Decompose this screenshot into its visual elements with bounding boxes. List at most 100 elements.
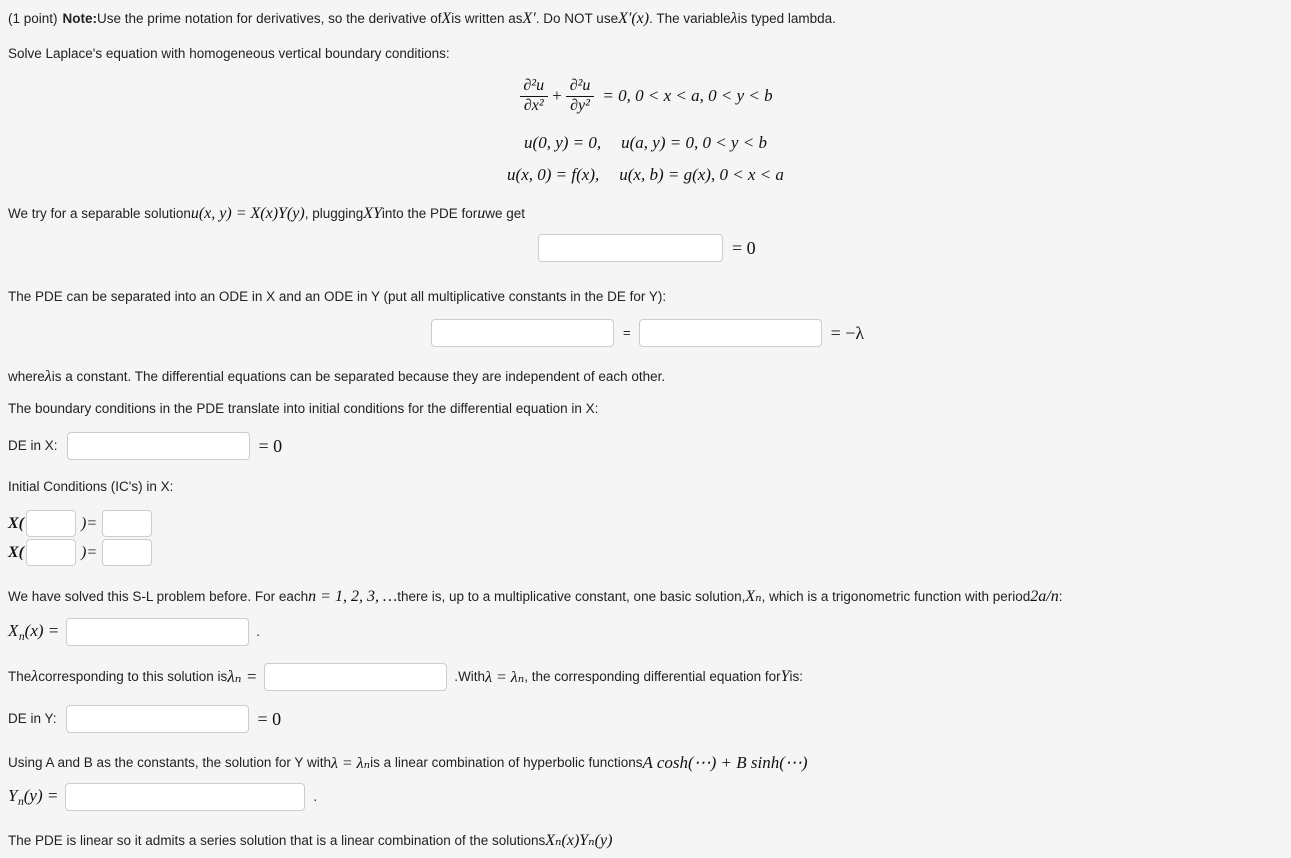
separation-answer-row: = = −λ xyxy=(431,319,864,347)
lambda-text-2: corresponding to this solution is xyxy=(38,668,228,684)
separable-solution-paragraph: We try for a separable solution u(x, y) … xyxy=(8,203,525,225)
lambda-n-input[interactable] xyxy=(264,663,448,691)
ic-1-value-input[interactable] xyxy=(102,510,153,537)
note-text-3: . Do NOT use xyxy=(535,10,619,26)
ic-row-2: X( )= xyxy=(8,539,153,566)
sl-text-2: there is, up to a multiplicative constan… xyxy=(397,588,746,604)
de-in-y-equals-zero: = 0 xyxy=(257,708,282,729)
boundary-conditions-intro: The boundary conditions in the PDE trans… xyxy=(8,400,598,418)
y-solution-text-1: Using A and B as the constants, the solu… xyxy=(8,755,331,771)
ic-2-argument-input[interactable] xyxy=(26,539,76,566)
pde-equation-line-1: ∂²u ∂x² + ∂²u ∂y² = 0, 0 < x < a, 0 < y … xyxy=(0,77,1291,115)
de-in-x-input[interactable] xyxy=(66,432,250,460)
ic-row-1: X( )= xyxy=(8,510,153,537)
bc-bottom-horizontal: u(x, 0) = f(x), xyxy=(507,165,600,184)
points-label: (1 point) xyxy=(8,10,58,26)
yn-label: Yn(y) = xyxy=(8,786,59,808)
note-math-X-prime-of-x: X′(x) xyxy=(618,10,650,27)
lambda-note-text-1: where xyxy=(8,368,45,384)
ic-2-value-input[interactable] xyxy=(102,539,153,566)
note-math-X: X xyxy=(441,10,452,27)
separation-equals-sign: = xyxy=(623,325,631,341)
partial-y-denominator: ∂y² xyxy=(566,95,594,115)
partial-u-numerator-y: ∂²u xyxy=(569,77,591,94)
ic-1-argument-input[interactable] xyxy=(26,510,76,537)
note-math-X-prime: X′ xyxy=(522,10,536,27)
yn-dot: . xyxy=(313,788,318,804)
initial-conditions-label: Initial Conditions (IC's) in X: xyxy=(8,478,173,496)
y-solution-paragraph: Using A and B as the constants, the solu… xyxy=(8,752,808,775)
de-in-x-equals-zero: = 0 xyxy=(258,435,283,456)
plus-sign: + xyxy=(552,86,562,106)
lambda-symbol: λ xyxy=(31,668,39,685)
separable-text-2: , plugging xyxy=(304,205,364,221)
lambda-n-label: λₙ = xyxy=(227,667,258,686)
bc-right-vertical: u(a, y) = 0, 0 < y < b xyxy=(621,133,767,152)
note-label: Note: xyxy=(62,10,98,26)
initial-conditions-label-text: Initial Conditions (IC's) in X: xyxy=(8,479,174,494)
de-in-y-input[interactable] xyxy=(65,705,249,733)
separation-ode-y-input[interactable] xyxy=(638,319,822,347)
closing-text-1: The PDE is linear so it admits a series … xyxy=(8,832,546,848)
sl-text-4: : xyxy=(1058,588,1063,604)
xn-label: Xn(x) = xyxy=(8,621,60,643)
de-in-x-row: DE in X: = 0 xyxy=(8,432,282,460)
sl-math-n-values: n = 1, 2, 3, … xyxy=(308,588,398,605)
separation-ode-x-input[interactable] xyxy=(431,319,614,347)
de-in-y-row: DE in Y: = 0 xyxy=(8,705,281,733)
yn-solution-row: Yn(y) = . xyxy=(8,783,317,811)
note-line: (1 point) Note: Use the prime notation f… xyxy=(8,8,836,30)
lambda-text-4: , the corresponding differential equatio… xyxy=(524,668,781,684)
separation-instruction: The PDE can be separated into an ODE in … xyxy=(8,288,666,306)
bc-left-vertical: u(0, y) = 0, xyxy=(524,133,602,152)
yn-solution-input[interactable] xyxy=(65,783,306,811)
y-solution-math-combo: A cosh(⋯) + B sinh(⋯) xyxy=(642,753,808,772)
closing-math-XnYn: Xₙ(x)Yₙ(y) xyxy=(545,832,613,849)
xn-solution-row: Xn(x) = . xyxy=(8,618,260,646)
pde-equation-line-3: u(x, 0) = f(x), u(x, b) = g(x), 0 < x < … xyxy=(0,165,1291,185)
solve-instruction-text: Solve Laplace's equation with homogeneou… xyxy=(8,46,450,61)
partial-x-denominator: ∂x² xyxy=(519,95,548,115)
pde-domain-conditions: = 0, 0 < x < a, 0 < y < b xyxy=(602,86,773,106)
sturm-liouville-paragraph: We have solved this S-L problem before. … xyxy=(8,586,1063,608)
ic-2-function-label: X( xyxy=(8,543,24,561)
ic-2-equals: )= xyxy=(81,543,98,561)
separable-text-1: We try for a separable solution xyxy=(8,205,191,221)
separable-pde-input[interactable] xyxy=(538,234,723,262)
solve-instruction: Solve Laplace's equation with homogeneou… xyxy=(8,45,450,63)
note-text-1: Use the prime notation for derivatives, … xyxy=(97,10,442,26)
separable-answer-row: = 0 xyxy=(538,234,756,262)
lambda-text-1: The xyxy=(8,668,32,684)
note-text-2: is written as xyxy=(451,10,523,26)
sl-text-3: , which is a trigonometric function with… xyxy=(761,588,1031,604)
sl-math-period: 2a/n xyxy=(1030,588,1059,605)
lambda-constant-note: where λ is a constant. The differential … xyxy=(8,366,665,388)
separable-text-4: we get xyxy=(485,205,526,221)
lambda-text-5: is: xyxy=(789,668,804,684)
second-partial-u-wrt-x: ∂²u ∂x² xyxy=(519,77,548,115)
sl-math-Xn: Xₙ xyxy=(745,588,762,605)
separable-text-3: into the PDE for xyxy=(381,205,478,221)
separation-equals-neg-lambda: = −λ xyxy=(830,322,865,343)
lambda-n-dot: . xyxy=(454,668,459,684)
boundary-conditions-intro-text: The boundary conditions in the PDE trans… xyxy=(8,401,599,416)
lambda-eq-lambda-n: λ = λₙ xyxy=(485,669,525,686)
partial-u-numerator-x: ∂²u xyxy=(523,77,545,94)
lambda-note-text-2: is a constant. The differential equation… xyxy=(51,368,666,384)
separable-math-uxy: u(x, y) = X(x)Y(y) xyxy=(190,205,305,222)
separable-equals-zero: = 0 xyxy=(732,237,756,258)
y-solution-text-2: is a linear combination of hyperbolic fu… xyxy=(370,755,643,771)
lambda-note-symbol: λ xyxy=(44,368,52,385)
de-in-x-label: DE in X: xyxy=(8,437,58,453)
problem-page: (1 point) Note: Use the prime notation f… xyxy=(0,0,1291,858)
separation-instruction-text: The PDE can be separated into an ODE in … xyxy=(8,289,667,304)
ic-1-equals: )= xyxy=(81,514,98,532)
closing-paragraph: The PDE is linear so it admits a series … xyxy=(8,830,612,852)
lambda-text-3: With xyxy=(458,668,486,684)
de-in-y-label: DE in Y: xyxy=(8,710,57,726)
bc-top-horizontal: u(x, b) = g(x), 0 < x < a xyxy=(619,165,784,184)
xn-solution-input[interactable] xyxy=(66,618,250,646)
y-solution-math-lambda: λ = λₙ xyxy=(330,754,371,772)
note-math-lambda: λ xyxy=(730,10,738,27)
ic-1-function-label: X( xyxy=(8,514,24,532)
